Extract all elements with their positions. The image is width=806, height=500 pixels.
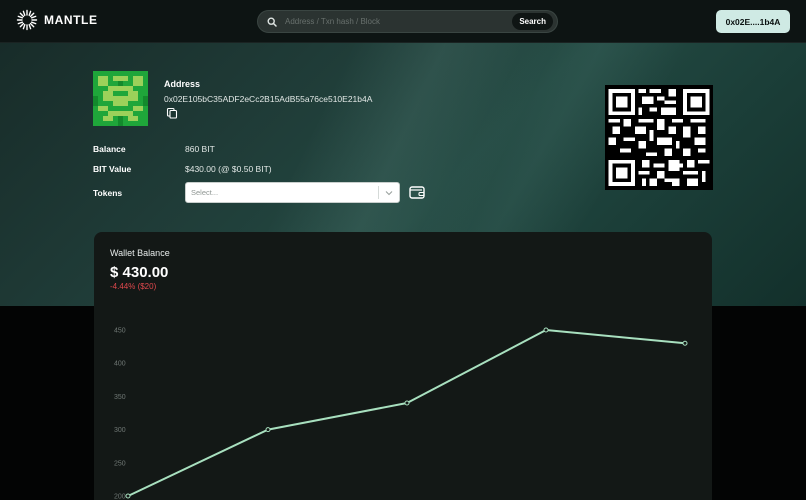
wallet-balance-change: -4.44% ($20) — [110, 282, 157, 291]
connected-wallet-button[interactable]: 0x02E....1b4A — [716, 10, 790, 33]
balance-value: 860 BIT — [185, 144, 215, 154]
data-point[interactable] — [543, 327, 549, 333]
data-point[interactable] — [404, 400, 410, 406]
y-tick-label: 200 — [114, 494, 126, 500]
top-bar: MANTLE Search 0x02E....1b4A — [0, 0, 806, 43]
bit-value-label: BIT Value — [93, 164, 132, 174]
avatar — [93, 71, 148, 126]
copy-icon[interactable] — [166, 107, 178, 119]
wallet-balance-chart: 200 250 300 350 400 450 — [114, 327, 688, 500]
chevron-down-icon[interactable] — [379, 183, 399, 202]
bit-value-value: $430.00 (@ $0.50 BIT) — [185, 164, 272, 174]
y-tick-label: 400 — [114, 361, 126, 368]
tokens-label: Tokens — [93, 188, 123, 198]
qr-code — [605, 85, 713, 190]
address-value: 0x02E105bC35ADF2eCc2B15AdB55a76ce510E21b… — [164, 94, 373, 104]
tokens-select[interactable]: Select... — [185, 182, 400, 203]
mantle-logo-icon — [16, 9, 38, 31]
search-icon — [261, 11, 283, 32]
wallet-balance-card: Wallet Balance $ 430.00 -4.44% ($20) 200… — [94, 232, 712, 500]
data-point[interactable] — [265, 427, 271, 433]
y-tick-label: 450 — [114, 328, 126, 335]
address-label: Address — [164, 79, 201, 89]
search-bar: Search — [257, 10, 558, 33]
y-tick-label: 250 — [114, 460, 126, 467]
tokens-select-value: Select... — [191, 188, 219, 197]
card-title: Wallet Balance — [110, 248, 170, 258]
data-point[interactable] — [682, 340, 688, 346]
y-tick-label: 350 — [114, 394, 126, 401]
wallet-balance-amount: $ 430.00 — [110, 264, 169, 281]
search-input[interactable] — [283, 11, 513, 32]
wallet-icon[interactable] — [409, 185, 425, 199]
search-button[interactable]: Search — [512, 13, 553, 30]
series-line — [127, 329, 686, 497]
balance-label: Balance — [93, 144, 126, 154]
data-point[interactable] — [125, 493, 131, 499]
logo-text: MANTLE — [44, 13, 98, 27]
y-tick-label: 300 — [114, 427, 126, 434]
logo[interactable]: MANTLE — [16, 9, 98, 31]
